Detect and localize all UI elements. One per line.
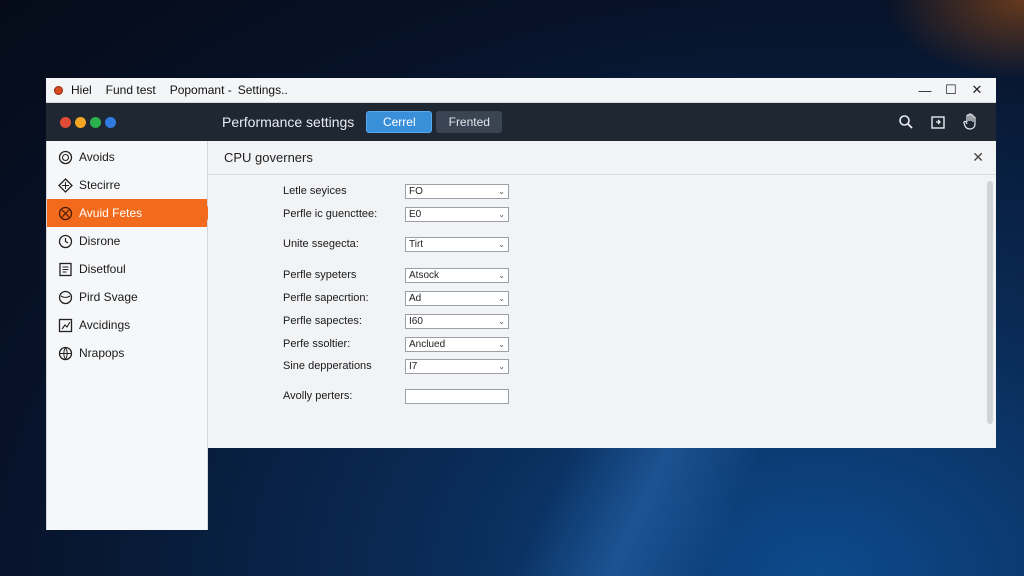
globe-icon — [57, 345, 73, 361]
form-row: Perfle sapectes: I60 ⌄ — [283, 313, 509, 329]
field-label: Perfle ic guencttee: — [283, 208, 378, 220]
text-input[interactable] — [405, 388, 509, 404]
minimize-button[interactable]: — — [914, 83, 936, 98]
sidebar-item-disetfoul[interactable]: Disetfoul — [47, 255, 207, 283]
sidebar-item-label: Disrone — [79, 234, 121, 248]
app-icon — [54, 85, 63, 95]
form-row: Perfle sypeters Atsock ⌄ — [283, 267, 509, 283]
panel-header: CPU governers ✕ — [208, 141, 996, 175]
sidebar-item-stecirre[interactable]: Stecirre — [47, 171, 207, 199]
field-label: Letle seyices — [283, 185, 347, 197]
sidebar-item-label: Disetfoul — [79, 262, 126, 276]
main-panel: CPU governers ✕ Letle seyices FO ⌄ Perfle… — [208, 141, 996, 448]
sidebar-item-disrone[interactable]: Disrone — [47, 227, 207, 255]
background-glow — [884, 0, 1024, 80]
chevron-down-icon: ⌄ — [498, 186, 505, 196]
field-value: Atsock — [409, 269, 440, 281]
form-row: Letle seyices FO ⌄ — [283, 183, 509, 199]
field-value: I7 — [409, 360, 418, 372]
page-title: Performance settings — [222, 114, 355, 130]
primary-button[interactable]: Cerrel — [366, 111, 433, 133]
field-value: E0 — [409, 208, 422, 220]
field-value: FO — [409, 185, 423, 197]
field-value: Anclued — [409, 338, 446, 350]
field-select[interactable]: E0 ⌄ — [405, 206, 509, 222]
field-label: Sine depperations — [283, 360, 372, 372]
hand-icon[interactable] — [954, 110, 986, 134]
field-select[interactable]: I60 ⌄ — [405, 313, 509, 329]
secondary-button[interactable]: Frented — [436, 111, 503, 133]
sidebar-item-nrapops[interactable]: Nrapops — [47, 339, 207, 367]
field-label: Unite ssegecta: — [283, 238, 359, 250]
toolbar-icons — [890, 110, 996, 134]
form-row: Unite ssegecta: Tirt ⌄ — [283, 236, 509, 252]
search-icon[interactable] — [890, 110, 922, 134]
export-icon[interactable] — [922, 110, 954, 134]
scrollbar[interactable] — [987, 181, 993, 424]
sidebar-item-avcidings[interactable]: Avcidings — [47, 311, 207, 339]
sidebar: Avoids Stecirre Avuid Fetes Disrone Dise… — [46, 141, 215, 530]
titlebar-menu-2[interactable]: Fund test — [106, 83, 156, 97]
field-value: I60 — [409, 315, 423, 327]
chevron-down-icon: ⌄ — [498, 209, 505, 219]
field-select[interactable]: Anclued ⌄ — [405, 336, 509, 352]
field-value: Tirt — [409, 238, 424, 250]
document-icon — [57, 261, 73, 277]
traffic-light-dots — [46, 116, 208, 128]
titlebar-menu-1[interactable]: Hiel — [71, 83, 92, 97]
field-label: Perfle sapecrtion: — [283, 292, 369, 304]
sidebar-item-pird-svage[interactable]: Pird Svage — [47, 283, 207, 311]
chevron-down-icon: ⌄ — [498, 270, 505, 280]
fetes-icon — [57, 205, 73, 221]
sidebar-item-label: Stecirre — [79, 178, 121, 192]
close-icon[interactable]: ✕ — [972, 149, 984, 166]
avoid-icon — [57, 149, 73, 165]
field-label: Perfle sypeters — [283, 269, 357, 281]
field-select[interactable]: Atsock ⌄ — [405, 267, 509, 283]
chevron-down-icon: ⌄ — [498, 293, 505, 303]
close-window-button[interactable]: ✕ — [966, 82, 988, 98]
chevron-down-icon: ⌄ — [498, 239, 505, 249]
sidebar-item-label: Avoids — [79, 150, 115, 164]
field-label: Avolly perters: — [283, 390, 353, 402]
form-row: Perfle sapecrtion: Ad ⌄ — [283, 290, 509, 306]
field-select[interactable]: I7 ⌄ — [405, 358, 509, 374]
field-select[interactable]: Ad ⌄ — [405, 290, 509, 306]
form-row: Perfe ssoltier: Anclued ⌄ — [283, 336, 509, 352]
chart-icon — [57, 317, 73, 333]
settings-window: Hiel Fund test Popomant - Settings.. — ☐… — [46, 78, 996, 530]
chevron-down-icon: ⌄ — [498, 339, 505, 349]
sidebar-item-label: Nrapops — [79, 346, 125, 360]
settings-icon — [57, 177, 73, 193]
chevron-down-icon: ⌄ — [498, 316, 505, 326]
sidebar-item-avoids[interactable]: Avoids — [47, 143, 207, 171]
sidebar-item-label: Avcidings — [79, 318, 131, 332]
field-select[interactable]: Tirt ⌄ — [405, 236, 509, 252]
dot-red — [60, 116, 71, 128]
background-streak — [430, 440, 850, 576]
dot-blue — [105, 116, 116, 128]
clock-icon — [57, 233, 73, 249]
chevron-down-icon: ⌄ — [498, 361, 505, 371]
titlebar-menu-3[interactable]: Popomant - — [170, 83, 232, 97]
dot-green — [90, 116, 101, 128]
field-label: Perfe ssoltier: — [283, 338, 351, 350]
storage-icon — [57, 289, 73, 305]
section-title: CPU governers — [224, 150, 313, 165]
sidebar-item-label: Pird Svage — [79, 290, 138, 304]
form-row: Sine depperations I7 ⌄ — [283, 358, 509, 374]
form-row: Perfle ic guencttee: E0 ⌄ — [283, 206, 509, 222]
title-bar: Hiel Fund test Popomant - Settings.. — ☐… — [46, 78, 996, 103]
sidebar-item-avuid-fetes[interactable]: Avuid Fetes — [47, 199, 215, 227]
maximize-button[interactable]: ☐ — [940, 82, 962, 98]
dot-orange — [75, 116, 86, 128]
field-select[interactable]: FO ⌄ — [405, 183, 509, 199]
field-value: Ad — [409, 292, 422, 304]
titlebar-menu-4[interactable]: Settings.. — [238, 83, 288, 97]
field-label: Perfle sapectes: — [283, 315, 362, 327]
toolbar: Performance settings Cerrel Frented — [46, 103, 996, 141]
form-row: Avolly perters: — [283, 388, 509, 404]
sidebar-item-label: Avuid Fetes — [79, 206, 143, 220]
